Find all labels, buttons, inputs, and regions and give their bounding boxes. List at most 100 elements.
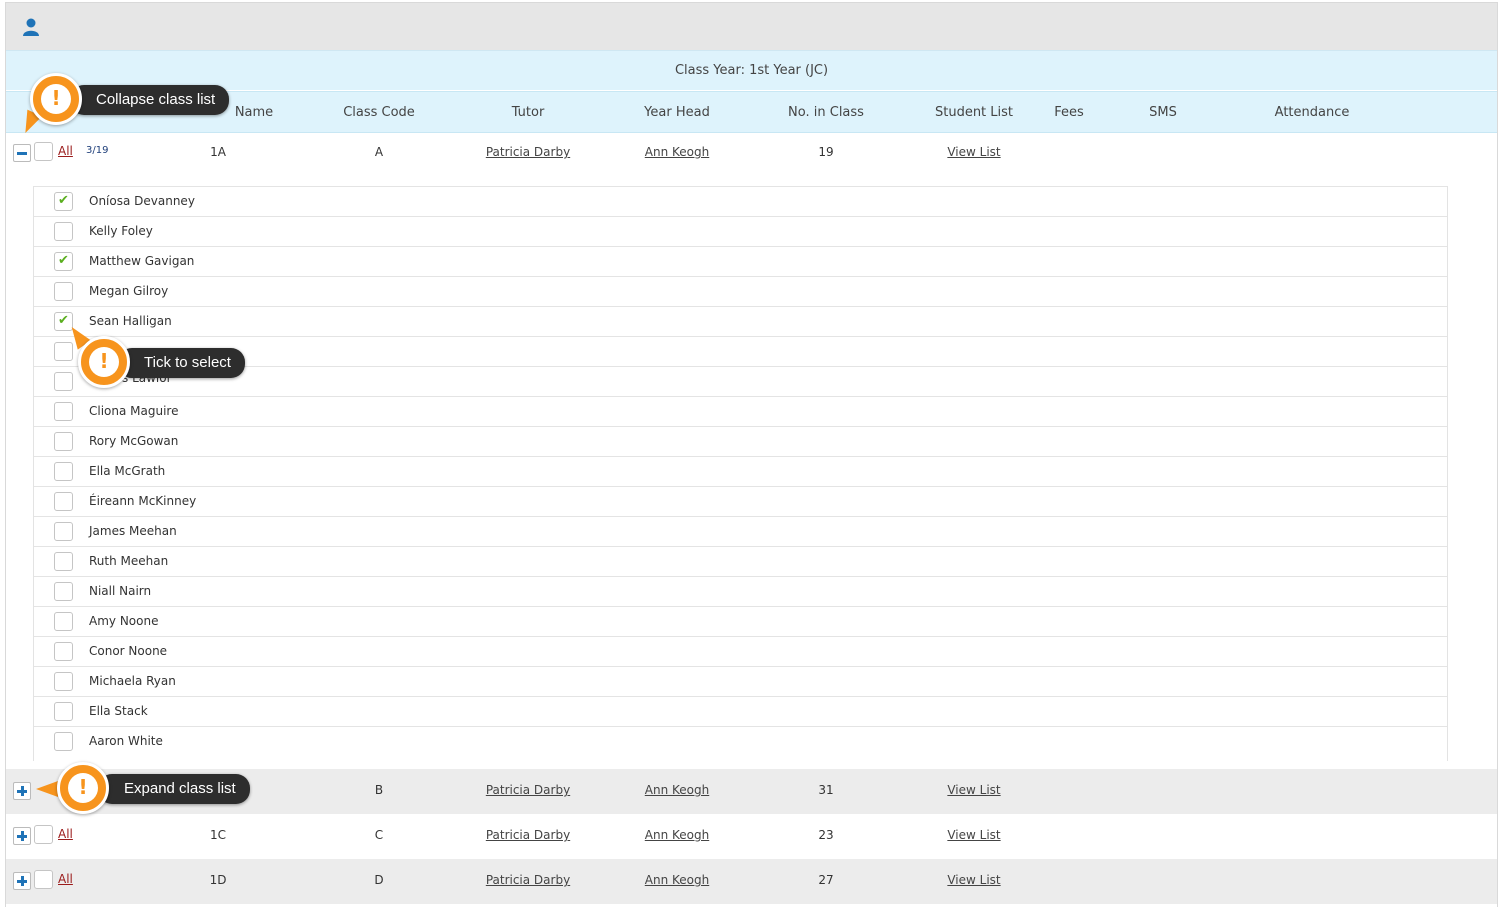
list-item: ✔ Oníosa Devanney	[34, 186, 1447, 216]
student-name: Sean Halligan	[89, 314, 172, 328]
student-checkbox[interactable]	[54, 282, 73, 301]
student-name: Ruth Meehan	[89, 554, 169, 568]
select-class-checkbox[interactable]	[34, 870, 53, 889]
student-name: Ella McGrath	[89, 464, 166, 478]
list-item: Michaela Ryan	[34, 666, 1447, 696]
view-list-link[interactable]: View List	[947, 145, 1000, 159]
student-name: Megan Gilroy	[89, 284, 169, 298]
exclamation-icon: !	[57, 762, 109, 814]
column-tutor: Tutor	[511, 105, 545, 120]
view-list-link[interactable]: View List	[947, 828, 1000, 842]
student-checkbox[interactable]	[54, 402, 73, 421]
class-name: 1C	[209, 828, 227, 842]
table-header: Name Class Code Tutor Year Head No. in C…	[6, 91, 1497, 133]
student-checkbox[interactable]	[54, 432, 73, 451]
user-icon[interactable]	[21, 17, 41, 37]
checkmark-icon: ✔	[58, 253, 69, 268]
list-item: ✔ Sean Halligan	[34, 306, 1447, 336]
class-name: 1A	[210, 145, 226, 159]
select-class-checkbox[interactable]	[34, 825, 53, 844]
student-checkbox[interactable]	[54, 372, 73, 391]
class-code: D	[374, 873, 384, 887]
year-head-link[interactable]: Ann Keogh	[645, 828, 709, 842]
student-checkbox[interactable]	[54, 582, 73, 601]
column-attendance: Attendance	[1274, 105, 1350, 120]
student-checkbox[interactable]	[54, 222, 73, 241]
select-class-checkbox[interactable]	[34, 142, 53, 161]
student-name: Éireann McKinney	[89, 494, 197, 508]
student-name: Michaela Ryan	[89, 674, 176, 688]
year-head-link[interactable]: Ann Keogh	[645, 783, 709, 797]
class-count: 27	[818, 873, 834, 887]
class-list-panel: Class Year: 1st Year (JC) Name Class Cod…	[5, 2, 1498, 907]
student-name: Aaron White	[89, 734, 163, 748]
list-item	[34, 336, 1447, 366]
collapse-callout: Collapse class list	[70, 85, 230, 115]
student-checkbox[interactable]	[54, 702, 73, 721]
plus-icon-stem	[20, 831, 24, 841]
expand-button[interactable]	[13, 827, 31, 845]
toolbar	[6, 3, 1497, 50]
select-all-link[interactable]: All	[58, 872, 73, 886]
tutor-link[interactable]: Patricia Darby	[486, 145, 570, 159]
callout-pointer	[36, 781, 58, 797]
callout-text: Expand class list	[124, 780, 236, 797]
student-checkbox[interactable]	[54, 522, 73, 541]
expand-button[interactable]	[13, 782, 31, 800]
list-item: Cliona Maguire	[34, 396, 1447, 426]
year-head-link[interactable]: Ann Keogh	[645, 145, 709, 159]
expand-callout: Expand class list	[98, 774, 250, 804]
student-name: Rory McGowan	[89, 434, 179, 448]
class-year-label: Class Year: 1st Year (JC)	[674, 63, 829, 78]
checkmark-icon: ✔	[58, 313, 69, 328]
select-all-link[interactable]: All	[58, 827, 73, 841]
student-checkbox[interactable]	[54, 492, 73, 511]
column-sms: SMS	[1149, 105, 1177, 120]
tutor-link[interactable]: Patricia Darby	[486, 783, 570, 797]
list-item: Kelly Foley	[34, 216, 1447, 246]
class-row-1d: All 1D D Patricia Darby Ann Keogh 27 Vie…	[6, 859, 1497, 904]
list-item: Éireann McKinney	[34, 486, 1447, 516]
column-fees: Fees	[1054, 105, 1084, 120]
student-name: James Meehan	[89, 524, 177, 538]
class-count: 31	[818, 783, 834, 797]
list-item: Megan Gilroy	[34, 276, 1447, 306]
class-code: B	[374, 783, 384, 797]
view-list-link[interactable]: View List	[947, 783, 1000, 797]
student-checkbox[interactable]: ✔	[54, 192, 73, 211]
list-item: Rory McGowan	[34, 426, 1447, 456]
tutor-link[interactable]: Patricia Darby	[486, 828, 570, 842]
list-item: Aaron White	[34, 726, 1447, 756]
year-head-link[interactable]: Ann Keogh	[645, 873, 709, 887]
student-checkbox[interactable]	[54, 642, 73, 661]
student-checkbox[interactable]	[54, 342, 73, 361]
exclamation-icon: !	[78, 336, 130, 388]
student-name: Kelly Foley	[89, 224, 153, 238]
column-no-in-class: No. in Class	[788, 105, 864, 120]
select-all-link[interactable]: All	[58, 144, 73, 158]
column-year-head: Year Head	[644, 105, 710, 120]
class-row-1a: All 3/19 1A A Patricia Darby Ann Keogh 1…	[6, 131, 1497, 176]
student-checkbox[interactable]	[54, 552, 73, 571]
student-name: Oníosa Devanney	[89, 194, 195, 208]
student-checkbox[interactable]	[54, 732, 73, 751]
list-item: James Meehan	[34, 516, 1447, 546]
column-student-list: Student List	[934, 105, 1014, 120]
plus-icon-stem	[20, 876, 24, 886]
tutor-link[interactable]: Patricia Darby	[486, 873, 570, 887]
checkmark-icon: ✔	[58, 193, 69, 208]
student-name: Ella Stack	[89, 704, 148, 718]
collapse-button[interactable]	[13, 144, 31, 162]
expand-button[interactable]	[13, 872, 31, 890]
student-checkbox[interactable]	[54, 672, 73, 691]
student-checkbox[interactable]	[54, 612, 73, 631]
list-item: s Lawlor	[34, 366, 1447, 396]
class-code: C	[374, 828, 384, 842]
view-list-link[interactable]: View List	[947, 873, 1000, 887]
callout-text: Tick to select	[144, 354, 231, 371]
student-checkbox[interactable]: ✔	[54, 252, 73, 271]
student-checkbox[interactable]	[54, 462, 73, 481]
list-item: ✔ Matthew Gavigan	[34, 246, 1447, 276]
callout-text: Collapse class list	[96, 91, 216, 108]
student-name: Niall Nairn	[89, 584, 152, 598]
